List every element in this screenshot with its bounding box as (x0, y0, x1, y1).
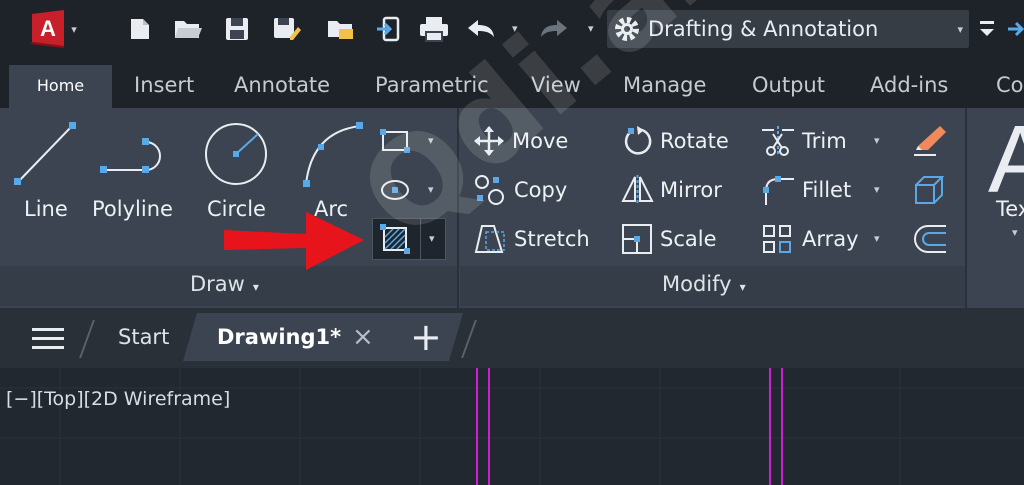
offset-button[interactable] (912, 222, 948, 260)
fillet-icon (763, 176, 794, 205)
text-dropdown-icon[interactable]: ▾ (1012, 226, 1018, 239)
hamburger-menu-icon (32, 328, 64, 349)
customize-icon (980, 21, 994, 36)
tab-home[interactable]: Home (9, 65, 112, 108)
open-folder-icon (175, 21, 202, 38)
save-button[interactable] (219, 12, 255, 46)
fillet-label: Fillet (802, 178, 852, 202)
annotation-arrow (218, 204, 368, 276)
search-arrow-icon[interactable] (1006, 18, 1024, 44)
fillet-dropdown-icon[interactable]: ▾ (874, 183, 880, 196)
scale-icon (622, 224, 652, 254)
polyline-icon (100, 138, 161, 173)
array-button[interactable]: Array (760, 222, 859, 256)
stretch-button[interactable]: Stretch (472, 222, 590, 256)
line-label: Line (24, 197, 68, 221)
app-menu-button[interactable]: A ▾ (30, 8, 80, 48)
trim-icon (762, 126, 794, 156)
explode-icon (915, 176, 945, 204)
share-icon (377, 16, 400, 42)
new-file-icon (131, 19, 149, 39)
save-icon (226, 18, 248, 40)
tab-annotate[interactable]: Annotate (234, 66, 330, 104)
web-folder-icon (328, 21, 353, 39)
explode-button[interactable] (912, 173, 948, 211)
start-tab[interactable]: Start (118, 325, 169, 349)
modify-panel-title[interactable]: Modify ▾ (662, 272, 746, 296)
close-tab-icon[interactable]: × (352, 322, 374, 352)
erase-button[interactable] (912, 124, 948, 162)
offset-icon (914, 225, 946, 253)
canvas-grid (0, 368, 1024, 485)
save-as-icon (274, 18, 301, 40)
tab-add-ins[interactable]: Add-ins (870, 66, 948, 104)
array-dropdown-icon[interactable]: ▾ (874, 232, 880, 245)
drawing-tab-label: Drawing1* (217, 325, 342, 349)
trim-button[interactable]: Trim (760, 124, 847, 158)
rotate-label: Rotate (660, 129, 729, 153)
share-button[interactable] (370, 12, 406, 46)
stretch-label: Stretch (514, 227, 590, 251)
customize-quick-access-button[interactable] (978, 18, 1000, 44)
drawing-canvas[interactable] (0, 368, 1024, 485)
scale-label: Scale (660, 227, 717, 251)
svg-text:A: A (40, 16, 56, 41)
save-as-button[interactable] (269, 12, 305, 46)
open-from-web-button[interactable] (322, 12, 358, 46)
text-tool-glyph[interactable]: A (988, 112, 1024, 208)
mirror-button[interactable]: Mirror (620, 173, 722, 207)
rotate-icon (624, 126, 652, 155)
magenta-construction-lines (476, 368, 783, 485)
trim-dropdown-icon[interactable]: ▾ (874, 134, 880, 147)
panel-divider (965, 108, 967, 308)
fillet-button[interactable]: Fillet (760, 173, 851, 207)
mirror-label: Mirror (660, 178, 722, 202)
trim-label: Trim (802, 129, 847, 153)
new-file-button[interactable] (122, 12, 158, 46)
svg-text:▾: ▾ (71, 23, 77, 36)
rotate-button[interactable]: Rotate (620, 124, 729, 158)
plot-button[interactable] (416, 12, 452, 46)
workspace-dropdown-icon: ▾ (957, 23, 963, 36)
draw-panel-expand-icon: ▾ (252, 280, 259, 294)
text-tool-label[interactable]: Tex (996, 197, 1024, 221)
autocad-logo-icon: A ▾ (30, 10, 77, 48)
tab-insert[interactable]: Insert (134, 66, 194, 104)
line-icon (14, 122, 76, 185)
tab-collaborate[interactable]: Co (996, 66, 1024, 104)
printer-icon (420, 17, 448, 42)
file-menu-button[interactable] (30, 325, 66, 357)
scale-button[interactable]: Scale (620, 222, 717, 256)
array-icon (763, 225, 791, 253)
array-label: Array (802, 227, 859, 251)
circle-icon (205, 123, 267, 185)
tab-output[interactable]: Output (752, 66, 825, 104)
new-tab-icon[interactable]: + (410, 315, 442, 359)
red-arrow-icon (224, 212, 364, 270)
eraser-icon (914, 126, 946, 156)
viewport-controls-label[interactable]: [−][Top][2D Wireframe] (6, 388, 230, 410)
mirror-icon (621, 175, 654, 205)
modify-panel-expand-icon: ▾ (739, 280, 746, 294)
polyline-label: Polyline (92, 197, 173, 221)
stretch-icon (474, 225, 505, 253)
open-file-button[interactable] (170, 12, 206, 46)
